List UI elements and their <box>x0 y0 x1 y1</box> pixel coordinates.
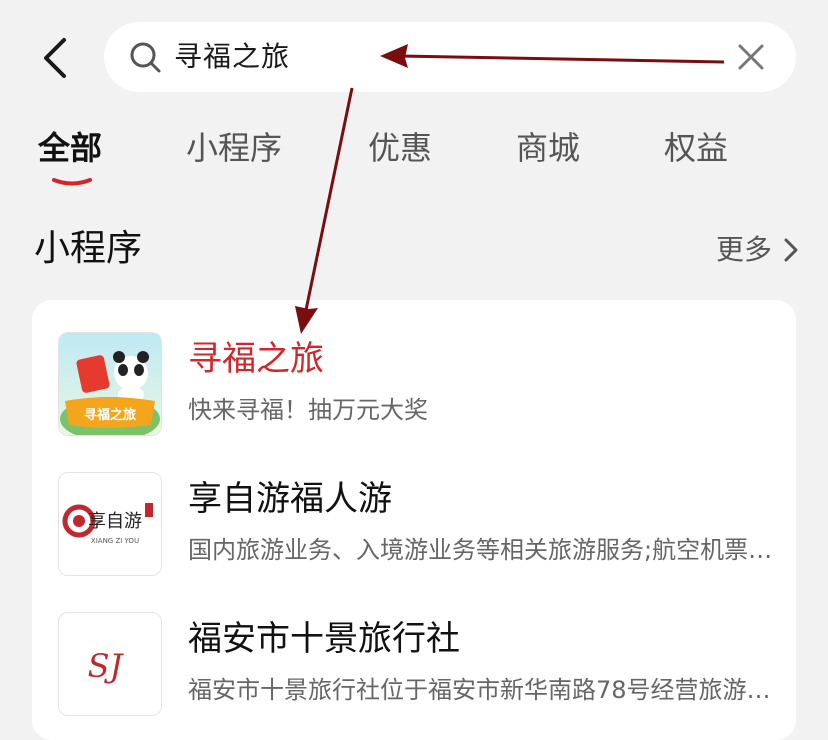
item-description: 国内旅游业务、入境游业务等相关旅游服务;航空机票代理、火车票代理等服务 <box>188 536 778 564</box>
thumb-text: SJ <box>88 647 125 685</box>
shijing-logo-image: SJ <box>59 613 161 715</box>
app-thumbnail: 享自游 XIANG ZI YOU <box>58 472 162 576</box>
item-title: 寻福之旅 <box>188 339 324 379</box>
chevron-right-icon <box>784 238 798 262</box>
chevron-left-icon <box>44 38 66 78</box>
item-description: 快来寻福！抽万元大奖 <box>188 396 428 424</box>
search-icon <box>130 42 161 73</box>
xunfu-logo-image: 寻福之旅 <box>59 333 161 435</box>
tab-mall[interactable]: 商城 <box>516 126 580 170</box>
search-bar[interactable]: 寻福之旅 <box>104 22 796 92</box>
list-item[interactable]: 享自游 XIANG ZI YOU 享自游福人游 国内旅游业务、入境游业务等相关旅… <box>32 472 796 592</box>
item-title: 福安市十景旅行社 <box>188 619 460 659</box>
results-card: 寻福之旅 寻福之旅 快来寻福！抽万元大奖 享自游 XIANG ZI YOU 享自… <box>32 300 796 740</box>
thumb-text: 寻福之旅 <box>84 407 136 423</box>
tab-deals[interactable]: 优惠 <box>368 126 432 170</box>
xiangziyou-logo-image: 享自游 XIANG ZI YOU <box>59 473 161 575</box>
active-tab-indicator <box>52 178 92 186</box>
search-input[interactable]: 寻福之旅 <box>174 36 290 78</box>
app-thumbnail: 寻福之旅 <box>58 332 162 436</box>
more-link[interactable]: 更多 <box>716 230 800 270</box>
tab-mini-programs[interactable]: 小程序 <box>186 126 282 170</box>
item-title: 享自游福人游 <box>188 479 392 519</box>
close-icon[interactable] <box>736 42 766 72</box>
thumb-subtext: XIANG ZI YOU <box>91 537 139 545</box>
app-thumbnail: SJ <box>58 612 162 716</box>
list-item[interactable]: SJ 福安市十景旅行社 福安市十景旅行社位于福安市新华南路78号经营旅游业务 <box>32 612 796 732</box>
list-item[interactable]: 寻福之旅 寻福之旅 快来寻福！抽万元大奖 <box>32 332 796 452</box>
section-title: 小程序 <box>34 228 143 269</box>
filter-tabs: 全部 小程序 优惠 商城 权益 <box>0 126 828 196</box>
tab-all[interactable]: 全部 <box>38 126 102 170</box>
thumb-text: 享自游 <box>88 511 142 532</box>
tab-benefits[interactable]: 权益 <box>664 126 728 170</box>
more-label: 更多 <box>715 233 772 266</box>
item-description: 福安市十景旅行社位于福安市新华南路78号经营旅游业务 <box>188 676 778 704</box>
back-button[interactable] <box>34 32 80 84</box>
